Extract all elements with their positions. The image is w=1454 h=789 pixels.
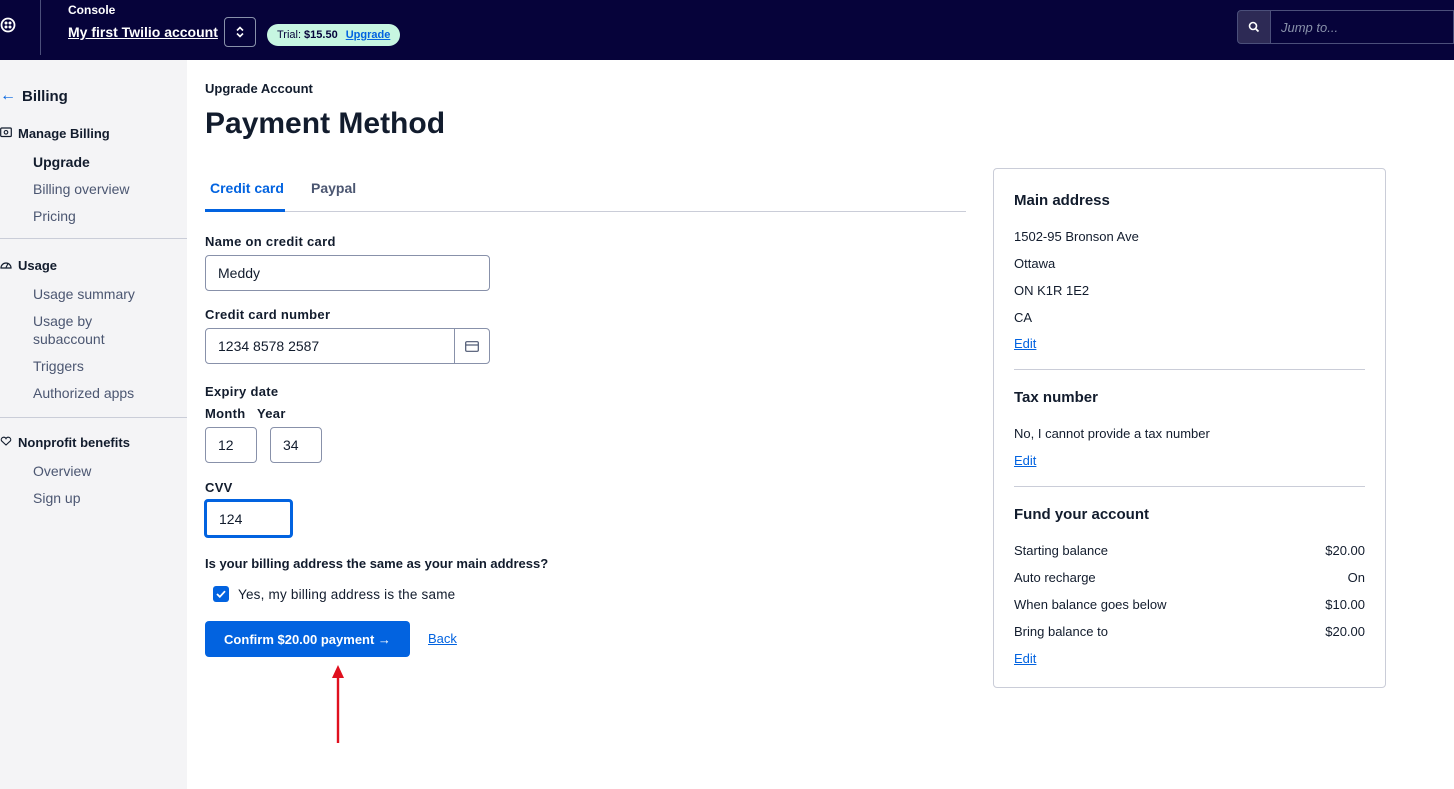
section-title: Manage Billing xyxy=(18,126,110,141)
card-divider xyxy=(1014,369,1365,370)
address-line: Ottawa xyxy=(1014,256,1056,271)
top-navigation-bar: Console My first Twilio account Trial: $… xyxy=(0,0,1454,60)
tab-credit-card[interactable]: Credit card xyxy=(210,180,284,196)
fund-row-value: $10.00 xyxy=(1325,597,1365,612)
trial-label: Trial: xyxy=(277,29,302,41)
fund-row-label: When balance goes below xyxy=(1014,597,1167,612)
search-icon xyxy=(1248,21,1260,33)
breadcrumb: Upgrade Account xyxy=(205,81,313,96)
sidebar-item-sign-up[interactable]: Sign up xyxy=(33,489,80,507)
fund-row-label: Bring balance to xyxy=(1014,624,1108,639)
section-title: Nonprofit benefits xyxy=(18,435,130,450)
console-label: Console xyxy=(68,3,116,17)
sidebar-section-nonprofit: Nonprofit benefits xyxy=(0,435,130,450)
checkmark-icon xyxy=(216,590,226,598)
search-button[interactable] xyxy=(1237,10,1271,44)
tax-number-text: No, I cannot provide a tax number xyxy=(1014,426,1210,441)
same-address-label: Yes, my billing address is the same xyxy=(238,586,456,602)
sidebar-item-billing-overview[interactable]: Billing overview xyxy=(33,180,129,198)
sidebar-item-label-line2: subaccount xyxy=(33,331,105,347)
trial-balance-badge: Trial: $15.50 Upgrade xyxy=(267,24,401,46)
edit-address-link[interactable]: Edit xyxy=(1014,336,1036,351)
section-title: Usage xyxy=(18,258,58,273)
twilio-logo-icon[interactable] xyxy=(0,14,18,36)
same-address-checkbox[interactable] xyxy=(213,586,229,602)
fund-row-label: Auto recharge xyxy=(1014,570,1096,585)
sidebar-item-label-line1: Usage by xyxy=(33,313,93,329)
same-address-checkbox-row[interactable]: Yes, my billing address is the same xyxy=(213,586,455,602)
back-link[interactable]: Back xyxy=(428,631,457,646)
active-tab-indicator xyxy=(205,209,285,212)
billing-address-question: Is your billing address the same as your… xyxy=(205,556,549,571)
red-annotation-arrow-icon xyxy=(332,665,344,743)
tab-paypal[interactable]: Paypal xyxy=(311,180,356,196)
name-on-card-input[interactable] xyxy=(205,255,490,291)
sidebar-item-usage-summary[interactable]: Usage summary xyxy=(33,285,135,303)
address-line: 1502-95 Bronson Ave xyxy=(1014,229,1139,244)
sidebar: ← Billing Manage Billing Upgrade Billing… xyxy=(0,60,187,789)
fund-row-label: Starting balance xyxy=(1014,543,1108,558)
main-address-heading: Main address xyxy=(1014,192,1110,209)
sidebar-item-pricing[interactable]: Pricing xyxy=(33,207,76,225)
card-number-label: Credit card number xyxy=(205,307,331,322)
card-number-input[interactable] xyxy=(205,328,490,364)
page-title: Payment Method xyxy=(205,107,446,140)
upgrade-link[interactable]: Upgrade xyxy=(346,29,391,41)
year-label: Year xyxy=(257,406,286,421)
card-divider xyxy=(1014,486,1365,487)
month-label: Month xyxy=(205,406,246,421)
sidebar-section-manage-billing: Manage Billing xyxy=(0,126,110,141)
account-name-link[interactable]: My first Twilio account xyxy=(68,24,218,40)
sidebar-section-usage: Usage xyxy=(0,258,57,273)
expiry-date-label: Expiry date xyxy=(205,384,279,399)
jump-to-search-input[interactable] xyxy=(1271,10,1454,44)
expiry-month-input[interactable] xyxy=(205,427,257,463)
address-line: CA xyxy=(1014,310,1033,325)
account-switcher-button[interactable] xyxy=(224,17,256,47)
header-divider xyxy=(40,0,41,55)
chevron-up-down-icon xyxy=(236,26,244,38)
fund-row-value: $20.00 xyxy=(1325,543,1365,558)
back-label: Billing xyxy=(22,87,68,105)
confirm-payment-button[interactable]: Confirm $20.00 payment → xyxy=(205,621,410,657)
sidebar-divider xyxy=(0,417,187,418)
billing-icon xyxy=(0,126,14,141)
cvv-input[interactable] xyxy=(204,499,293,538)
sidebar-item-upgrade[interactable]: Upgrade xyxy=(33,153,90,171)
edit-funding-link[interactable]: Edit xyxy=(1014,651,1036,666)
cvv-label: CVV xyxy=(205,480,233,495)
fund-row-value: On xyxy=(1347,570,1365,585)
edit-tax-link[interactable]: Edit xyxy=(1014,453,1036,468)
trial-amount: $15.50 xyxy=(304,29,338,41)
sidebar-item-authorized-apps[interactable]: Authorized apps xyxy=(33,384,134,402)
payment-method-tabs: Credit card Paypal xyxy=(205,170,966,212)
heart-hand-icon xyxy=(0,436,14,450)
name-on-card-label: Name on credit card xyxy=(205,234,336,249)
expiry-year-input[interactable] xyxy=(270,427,322,463)
account-summary-card: Main address 1502-95 Bronson Ave Ottawa … xyxy=(993,168,1386,688)
sidebar-item-triggers[interactable]: Triggers xyxy=(33,357,84,375)
address-line: ON K1R 1E2 xyxy=(1014,283,1090,298)
credit-card-icon xyxy=(454,329,489,363)
sidebar-divider xyxy=(0,238,187,239)
gauge-icon xyxy=(0,259,14,273)
sidebar-item-usage-by-subaccount[interactable]: Usage by subaccount xyxy=(33,312,105,348)
fund-row-value: $20.00 xyxy=(1325,624,1365,639)
arrow-left-icon: ← xyxy=(0,87,16,104)
tax-number-heading: Tax number xyxy=(1014,389,1098,406)
fund-account-heading: Fund your account xyxy=(1014,506,1149,523)
sidebar-item-overview[interactable]: Overview xyxy=(33,462,91,480)
back-to-billing-link[interactable]: ← Billing xyxy=(0,87,68,105)
